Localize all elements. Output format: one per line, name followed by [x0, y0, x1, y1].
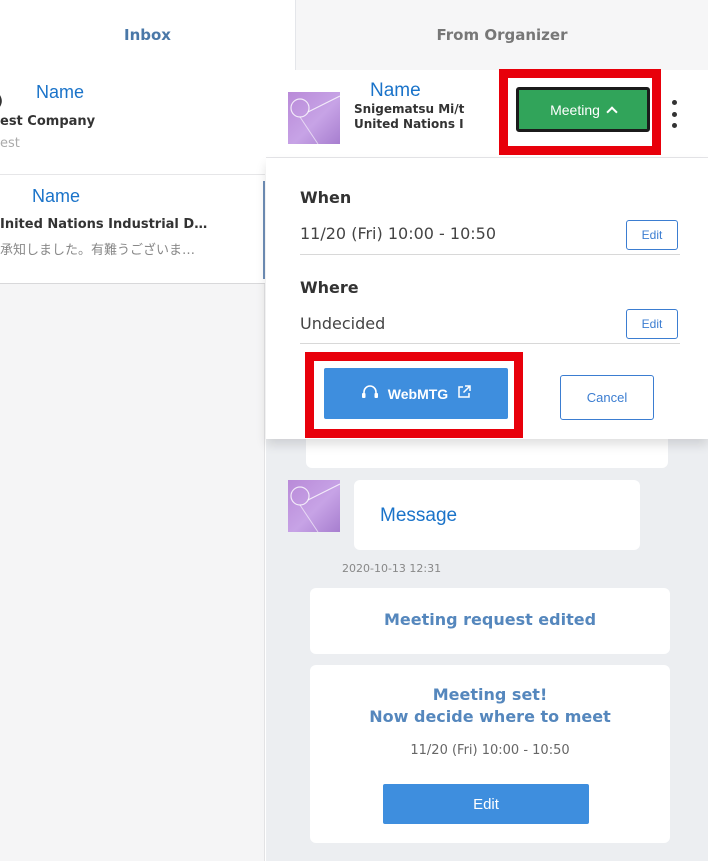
meeting-button-label: Meeting [550, 101, 600, 118]
webmtg-button[interactable]: WebMTG [324, 368, 508, 419]
meeting-set-title: Meeting set! [432, 685, 548, 704]
contact-organization: United Nations I [354, 117, 464, 131]
avatar[interactable] [288, 480, 340, 532]
conversation-list: ) Name est Company est Name Inited Natio… [0, 70, 265, 861]
message-timestamp: 2020-10-13 12:31 [342, 562, 442, 575]
when-value: 11/20 (Fri) 10:00 - 10:50 [300, 224, 496, 243]
edit-when-button[interactable]: Edit [626, 220, 678, 250]
tab-from-organizer[interactable]: From Organizer [296, 0, 708, 70]
meeting-set-time: 11/20 (Fri) 10:00 - 10:50 [410, 743, 570, 758]
when-label: When [300, 188, 352, 207]
conversation-item[interactable]: ) Name est Company est [0, 70, 265, 174]
webmtg-label: WebMTG [387, 385, 449, 402]
tab-bar: Inbox From Organizer [0, 0, 708, 70]
name-overlay-label: Name [28, 185, 85, 207]
chevron-up-icon [606, 105, 618, 118]
conversation-name-fragment: ) [0, 94, 3, 109]
conversation-preview: 承知しました。有難うございま… [0, 243, 196, 258]
conversation-company: Inited Nations Industrial D… [0, 217, 208, 232]
contact-name: Snigematsu Mi/t [354, 102, 465, 116]
meeting-toggle-button[interactable]: Meeting [516, 87, 650, 132]
where-value: Undecided [300, 314, 386, 333]
kebab-menu-icon[interactable] [668, 100, 680, 128]
external-link-icon [456, 384, 472, 403]
where-label: Where [300, 278, 359, 297]
edit-meeting-button[interactable]: Edit [383, 784, 589, 824]
divider [300, 343, 680, 344]
conversation-item-selected[interactable]: Name Inited Nations Industrial D… 承知しました… [0, 174, 265, 284]
chat-header: Snigematsu Mi/t United Nations I Name Me… [266, 69, 708, 158]
meeting-set-card: Meeting set! Now decide where to meet 11… [310, 665, 670, 843]
name-overlay-label: Name [32, 81, 89, 103]
message-overlay-label: Message [380, 505, 458, 526]
conversation-company: est Company [0, 114, 96, 129]
name-overlay-label: Name [366, 80, 425, 102]
meeting-set-subtitle: Now decide where to meet [369, 707, 611, 726]
edit-where-button[interactable]: Edit [626, 309, 678, 339]
cancel-button[interactable]: Cancel [560, 375, 654, 420]
headset-icon [360, 384, 380, 403]
conversation-subtitle: est [0, 136, 20, 151]
meeting-details-panel: When 11/20 (Fri) 10:00 - 10:50 Edit Wher… [266, 158, 708, 439]
system-notice-card: Meeting request edited [310, 588, 670, 654]
selection-indicator [263, 181, 265, 279]
notice-text: Meeting request edited [383, 610, 597, 629]
chat-pane: Snigematsu Mi/t United Nations I Name Me… [266, 69, 708, 861]
tab-inbox[interactable]: Inbox [0, 0, 296, 70]
avatar[interactable] [288, 92, 340, 144]
divider [300, 254, 680, 255]
